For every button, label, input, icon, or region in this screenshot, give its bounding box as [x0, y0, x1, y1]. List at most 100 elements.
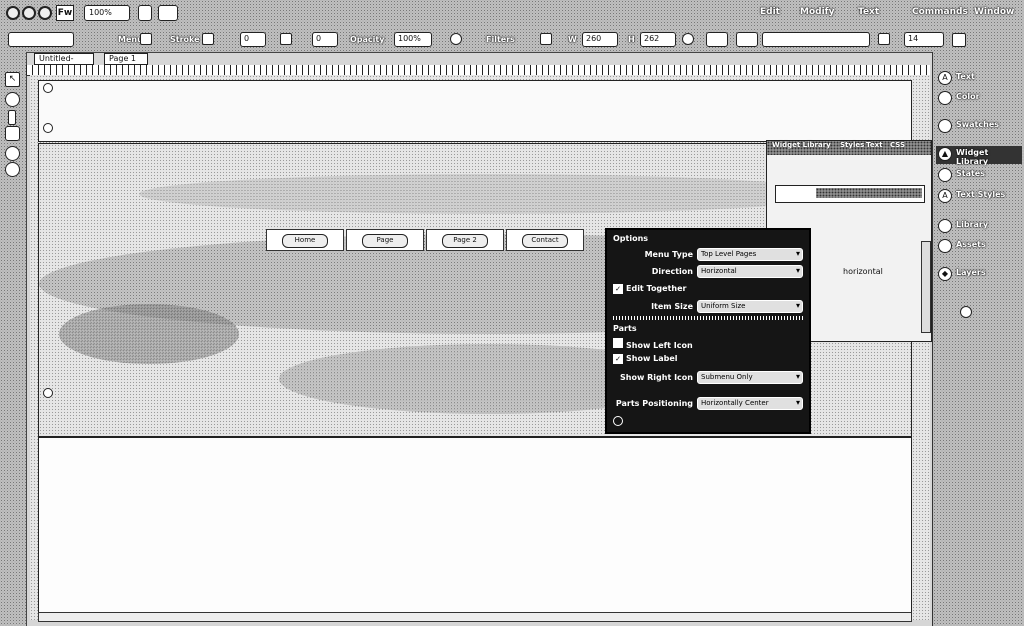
parts-positioning-label: Parts Positioning — [615, 399, 693, 408]
color-icon — [938, 91, 952, 105]
close-window-button[interactable] — [6, 6, 20, 20]
font-size-field[interactable]: 14 — [904, 32, 944, 47]
document-tab[interactable]: Untitled-1.fw.png — [34, 53, 94, 72]
slice-handle-icon[interactable] — [43, 123, 53, 133]
parts-positioning-select[interactable]: Horizontally Center — [697, 397, 803, 410]
show-right-icon-select[interactable]: Submenu Only — [697, 371, 803, 384]
widget-orientation-text: horizontal — [843, 267, 883, 276]
symbol-name-field[interactable] — [8, 32, 74, 47]
lasso-tool-icon[interactable] — [5, 92, 20, 107]
direction-select[interactable]: Horizontal — [697, 265, 803, 278]
width-field[interactable]: 260 — [582, 32, 618, 47]
menu-text[interactable]: Text — [858, 7, 879, 17]
screen-mode-button[interactable] — [158, 5, 178, 21]
page-tab[interactable]: Page 1 — [104, 53, 148, 65]
panel-item-text-styles[interactable]: A Text Styles — [936, 188, 1022, 206]
panel-item-widget-library[interactable]: ▲ Widget Library — [936, 146, 1022, 166]
opacity-field[interactable]: 100% — [394, 32, 432, 47]
color-swatch[interactable] — [952, 33, 966, 47]
menu-window[interactable]: Window — [974, 7, 1014, 17]
slice-handle-icon[interactable] — [43, 388, 53, 398]
widget-library-icon: ▲ — [938, 147, 952, 161]
parts-heading: Parts — [613, 324, 637, 333]
show-left-icon-checkbox[interactable]: Show Left Icon — [613, 338, 693, 350]
menu-edit[interactable]: Edit — [760, 7, 780, 17]
align-icon[interactable] — [878, 33, 890, 45]
widget-preview[interactable] — [775, 185, 925, 203]
panel-item-library[interactable]: Library — [936, 218, 1022, 236]
cloud-shape — [59, 304, 239, 364]
text-icon: A — [938, 71, 952, 85]
menu-type-label: Menu Type — [644, 250, 693, 259]
tab-css[interactable]: CSS — [890, 141, 905, 153]
panel-item-assets[interactable]: Assets — [936, 238, 1022, 256]
nav-button-page-2[interactable]: Page 2 — [426, 229, 504, 251]
stroke-width-field[interactable]: 0 — [240, 32, 266, 47]
nav-button-home[interactable]: Home — [266, 229, 344, 251]
height-label: H — [628, 35, 635, 44]
panel-item-swatches[interactable]: Swatches — [936, 118, 1022, 136]
text-tool-icon[interactable] — [5, 162, 20, 177]
crop-tool-icon[interactable] — [8, 110, 16, 125]
menu-type-select[interactable]: Top Level Pages — [697, 248, 803, 261]
library-icon — [938, 219, 952, 233]
shape-tool-icon[interactable] — [5, 126, 20, 141]
panel-label: Swatches — [956, 120, 999, 129]
panel-item-layers[interactable]: ◆ Layers — [936, 266, 1022, 284]
link-icon[interactable] — [682, 33, 694, 45]
opacity-label: Opacity — [350, 35, 385, 44]
panel-label: States — [956, 169, 985, 178]
add-filter-icon[interactable] — [540, 33, 552, 45]
show-right-icon-label: Show Right Icon — [620, 373, 693, 382]
edge-icon[interactable] — [280, 33, 292, 45]
edge-field[interactable]: 0 — [312, 32, 338, 47]
slice-handle-icon[interactable] — [43, 83, 53, 93]
horizontal-scrollbar[interactable] — [38, 612, 912, 622]
states-icon — [938, 168, 952, 182]
minimize-window-button[interactable] — [22, 6, 36, 20]
edit-together-checkbox[interactable]: ✓ Edit Together — [613, 284, 686, 294]
panel-dock — [932, 52, 1024, 626]
height-field[interactable]: 262 — [640, 32, 676, 47]
widget-preview-bar — [816, 188, 922, 198]
menu-commands[interactable]: Commands — [912, 7, 968, 17]
nav-button-contact[interactable]: Contact — [506, 229, 584, 251]
view-mode-button[interactable] — [138, 5, 152, 21]
x-field[interactable] — [706, 32, 728, 47]
panel-label: Layers — [956, 268, 986, 277]
y-field[interactable] — [736, 32, 758, 47]
panel-item-color[interactable]: Color — [936, 90, 1022, 108]
show-label-label: Show Label — [626, 354, 678, 363]
tab-text[interactable]: Text — [866, 141, 882, 153]
layers-icon: ◆ — [938, 267, 952, 281]
font-family-select[interactable] — [762, 32, 870, 47]
nav-button-page[interactable]: Page — [346, 229, 424, 251]
pen-tool-icon[interactable] — [5, 146, 20, 161]
width-label: W — [568, 35, 577, 44]
panel-label: Widget Library — [956, 148, 989, 166]
fill-color-swatch[interactable] — [140, 33, 152, 45]
show-label-checkbox[interactable]: ✓ Show Label — [613, 354, 678, 364]
panel-item-states[interactable]: States — [936, 167, 1022, 185]
checkmark-icon: ✓ — [613, 354, 623, 364]
stroke-color-swatch[interactable] — [202, 33, 214, 45]
zoom-select[interactable]: 100% — [84, 5, 130, 21]
blend-icon[interactable] — [450, 33, 462, 45]
panel-item-text[interactable]: A Text — [936, 70, 1022, 88]
font-styles-icon: A — [938, 189, 952, 203]
content-area[interactable] — [38, 437, 912, 614]
pointer-tool-icon[interactable]: ↖ — [5, 72, 20, 87]
item-size-select[interactable]: Uniform Size — [697, 300, 803, 313]
widget-options-popup[interactable]: Options Menu Type Top Level Pages Direct… — [605, 228, 811, 434]
tab-styles[interactable]: Styles — [840, 141, 864, 153]
info-icon[interactable] — [613, 416, 623, 426]
direction-label: Direction — [651, 267, 693, 276]
show-left-icon-label: Show Left Icon — [626, 341, 693, 350]
widget-scrollbar[interactable] — [921, 241, 931, 333]
header-slice[interactable] — [38, 80, 912, 142]
panel-label: Text — [956, 72, 975, 81]
tab-widget-library[interactable]: Widget Library — [772, 141, 831, 153]
menu-modify[interactable]: Modify — [800, 7, 834, 17]
zoom-window-button[interactable] — [38, 6, 52, 20]
nav-button-label: Page 2 — [442, 234, 488, 248]
